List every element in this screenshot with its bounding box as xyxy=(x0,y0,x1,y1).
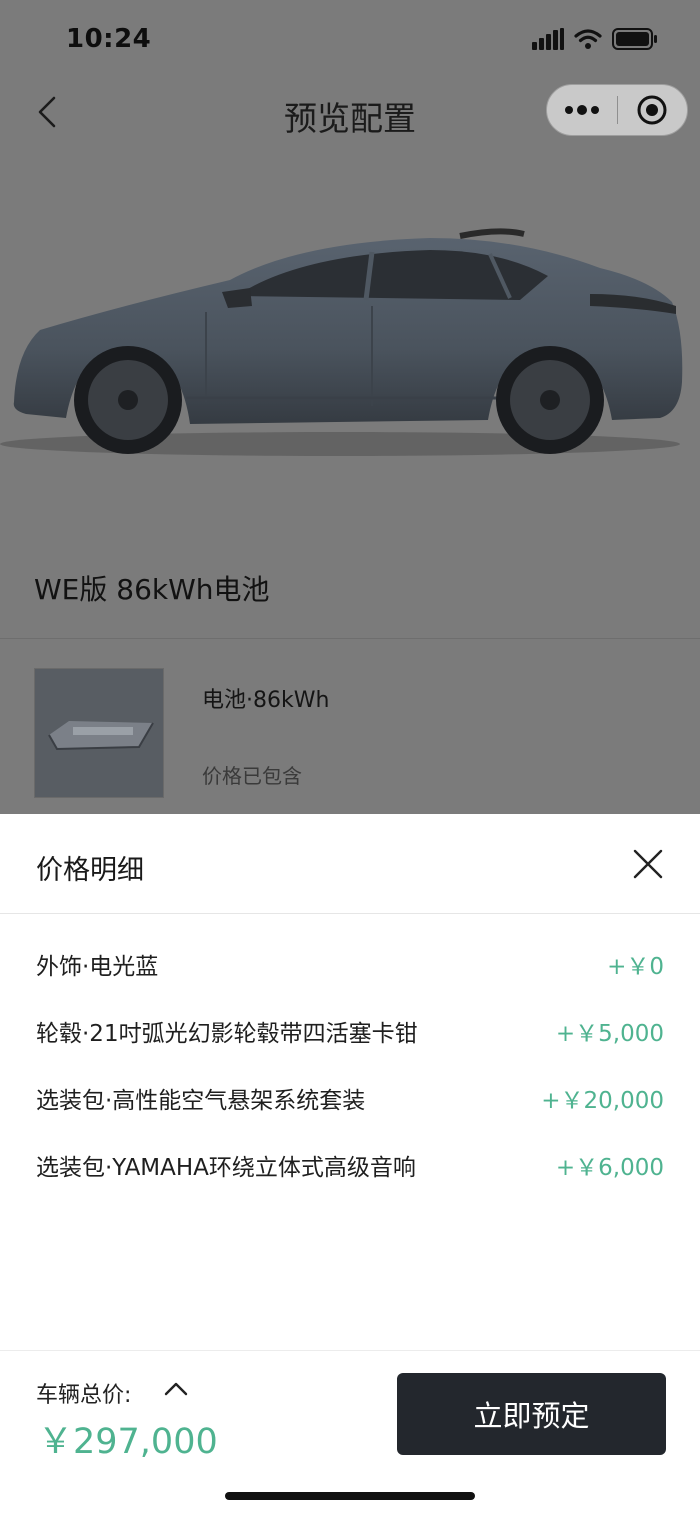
close-miniprogram-button[interactable] xyxy=(618,85,688,135)
battery-icon xyxy=(612,28,657,50)
battery-pack-image xyxy=(48,721,154,751)
mini-program-capsule xyxy=(546,84,688,136)
target-circle-icon xyxy=(637,95,667,125)
navigation-bar: 预览配置 xyxy=(0,80,700,146)
status-bar: 10:24 xyxy=(0,0,700,80)
battery-name: 电池·86kWh xyxy=(202,688,330,713)
price-item-label: 选装包·高性能空气悬架系统套装 xyxy=(36,1088,366,1114)
price-row-audio: 选装包·YAMAHA环绕立体式高级音响 +￥6,000 xyxy=(36,1145,664,1185)
total-price-label: 车辆总价: xyxy=(36,1383,132,1408)
price-item-amount: +￥20,000 xyxy=(541,1088,664,1114)
price-item-amount: +￥5,000 xyxy=(555,1021,664,1047)
price-row-suspension: 选装包·高性能空气悬架系统套装 +￥20,000 xyxy=(36,1078,664,1118)
status-icons xyxy=(532,28,658,50)
battery-price-note: 价格已包含 xyxy=(202,764,302,788)
more-dots-icon xyxy=(564,105,599,115)
config-title: WE版 86kWh电池 xyxy=(34,573,270,606)
footer-bar: 车辆总价: ￥297,000 立即预定 xyxy=(0,1350,700,1514)
price-row-exterior: 外饰·电光蓝 +￥0 xyxy=(36,944,664,984)
sheet-title: 价格明细 xyxy=(36,855,144,886)
more-button[interactable] xyxy=(547,85,617,135)
toggle-price-detail-button[interactable] xyxy=(162,1375,190,1403)
price-row-wheels: 轮毂·21吋弧光幻影轮毂带四活塞卡钳 +￥5,000 xyxy=(36,1011,664,1051)
wifi-icon xyxy=(574,29,602,49)
signal-icon xyxy=(532,28,564,50)
price-item-amount: +￥0 xyxy=(607,954,664,980)
reserve-now-button[interactable]: 立即预定 xyxy=(397,1373,666,1455)
chevron-up-icon xyxy=(164,1382,188,1396)
price-item-label: 外饰·电光蓝 xyxy=(36,954,159,980)
status-time: 10:24 xyxy=(66,24,152,54)
close-icon xyxy=(633,849,663,879)
price-item-label: 选装包·YAMAHA环绕立体式高级音响 xyxy=(36,1155,416,1181)
divider xyxy=(0,638,700,639)
price-item-amount: +￥6,000 xyxy=(555,1155,664,1181)
price-detail-sheet: 价格明细 外饰·电光蓝 +￥0 轮毂·21吋弧光幻影轮毂带四活塞卡钳 +￥5,0… xyxy=(0,814,700,1514)
close-button[interactable] xyxy=(626,842,670,886)
battery-thumbnail xyxy=(34,668,164,798)
sheet-header: 价格明细 xyxy=(0,814,700,914)
dimmed-background[interactable]: 10:24 预览配置 WE版 86kWh电池 电池·86kWh 价格已包含 xyxy=(0,0,700,814)
total-price-value: ￥297,000 xyxy=(38,1422,218,1462)
home-indicator xyxy=(225,1492,475,1500)
price-item-label: 轮毂·21吋弧光幻影轮毂带四活塞卡钳 xyxy=(36,1021,418,1047)
car-image xyxy=(0,228,683,456)
